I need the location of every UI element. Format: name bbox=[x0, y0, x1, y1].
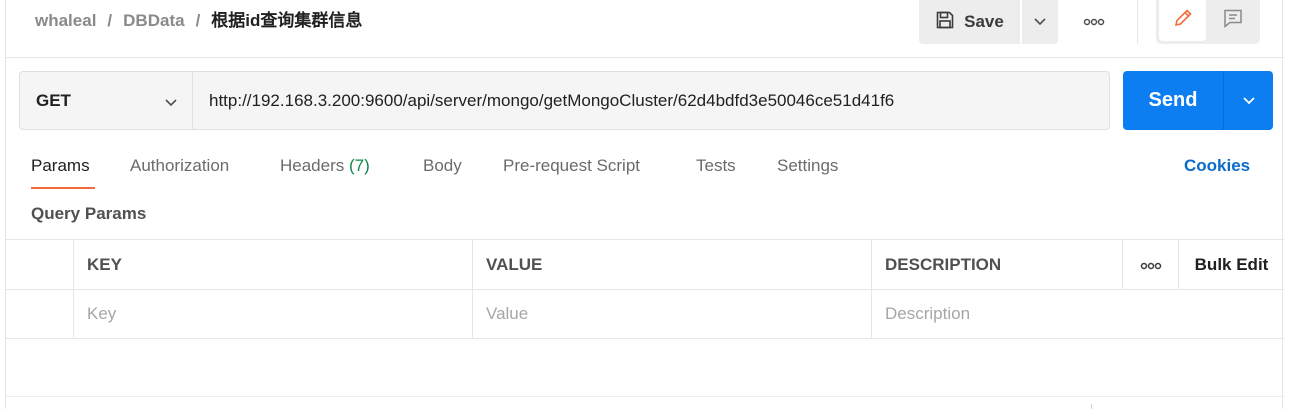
tab-pre-request-script[interactable]: Pre-request Script bbox=[503, 156, 640, 176]
key-input[interactable]: Key bbox=[74, 290, 473, 338]
chevron-down-icon bbox=[1033, 13, 1047, 31]
active-tab-indicator bbox=[31, 187, 95, 189]
table-header-row: KEY VALUE DESCRIPTION Bulk Edit bbox=[6, 239, 1284, 289]
breadcrumb: whaleal / DBData / 根据id查询集群信息 bbox=[35, 10, 362, 32]
query-params-title: Query Params bbox=[31, 204, 147, 223]
comments-button[interactable] bbox=[1209, 0, 1257, 41]
tab-headers-label: Headers bbox=[280, 156, 345, 175]
send-options-button[interactable] bbox=[1224, 71, 1273, 130]
column-options-button[interactable] bbox=[1123, 240, 1179, 289]
request-bar: GET http://192.168.3.200:9600/api/server… bbox=[19, 71, 1110, 130]
breadcrumb-workspace[interactable]: whaleal bbox=[35, 10, 96, 32]
more-actions-button[interactable] bbox=[1072, 0, 1116, 44]
save-label: Save bbox=[964, 12, 1004, 31]
header-checkbox-cell bbox=[6, 240, 74, 289]
method-select[interactable]: GET bbox=[20, 72, 193, 129]
comment-icon bbox=[1222, 7, 1244, 34]
save-options-button[interactable] bbox=[1022, 0, 1058, 44]
tab-headers-count: (7) bbox=[349, 156, 370, 175]
tab-authorization[interactable]: Authorization bbox=[130, 156, 229, 176]
column-header-description: DESCRIPTION bbox=[872, 240, 1123, 289]
send-label: Send bbox=[1148, 89, 1198, 111]
method-value: GET bbox=[36, 91, 71, 110]
row-checkbox-cell[interactable] bbox=[6, 290, 74, 338]
value-input[interactable]: Value bbox=[473, 290, 872, 338]
request-name[interactable]: 根据id查询集群信息 bbox=[211, 10, 362, 32]
description-input[interactable]: Description bbox=[872, 290, 1284, 338]
chevron-down-icon bbox=[1242, 92, 1256, 110]
chevron-down-icon bbox=[164, 94, 178, 112]
breadcrumb-separator: / bbox=[107, 11, 113, 30]
mode-toggle bbox=[1156, 0, 1260, 44]
query-params-table: KEY VALUE DESCRIPTION Bulk Edit Key Valu… bbox=[6, 239, 1284, 339]
tab-body[interactable]: Body bbox=[423, 156, 462, 176]
resize-handle[interactable] bbox=[1091, 404, 1092, 409]
floppy-disk-icon bbox=[935, 10, 955, 35]
bulk-edit-button[interactable]: Bulk Edit bbox=[1179, 240, 1284, 289]
request-header: whaleal / DBData / 根据id查询集群信息 Save bbox=[6, 0, 1284, 58]
tab-params[interactable]: Params bbox=[31, 156, 90, 176]
more-horizontal-icon bbox=[1083, 13, 1105, 31]
send-button[interactable]: Send bbox=[1123, 71, 1273, 130]
pencil-icon bbox=[1172, 7, 1194, 34]
column-header-value: VALUE bbox=[473, 240, 872, 289]
table-row: Key Value Description bbox=[6, 289, 1284, 339]
request-editor: whaleal / DBData / 根据id查询集群信息 Save GET h… bbox=[5, 0, 1284, 409]
edit-mode-button[interactable] bbox=[1159, 0, 1206, 41]
tab-tests[interactable]: Tests bbox=[696, 156, 736, 176]
url-input[interactable]: http://192.168.3.200:9600/api/server/mon… bbox=[209, 91, 894, 111]
breadcrumb-collection[interactable]: DBData bbox=[123, 10, 184, 32]
panel-divider bbox=[6, 396, 1284, 397]
tab-headers[interactable]: Headers (7) bbox=[280, 156, 370, 176]
breadcrumb-separator: / bbox=[195, 11, 201, 30]
header-divider bbox=[1137, 0, 1138, 44]
save-button[interactable]: Save bbox=[919, 0, 1020, 44]
column-header-key: KEY bbox=[74, 240, 473, 289]
cookies-link[interactable]: Cookies bbox=[1184, 156, 1250, 176]
tab-settings[interactable]: Settings bbox=[777, 156, 838, 176]
more-horizontal-icon bbox=[1140, 255, 1162, 275]
